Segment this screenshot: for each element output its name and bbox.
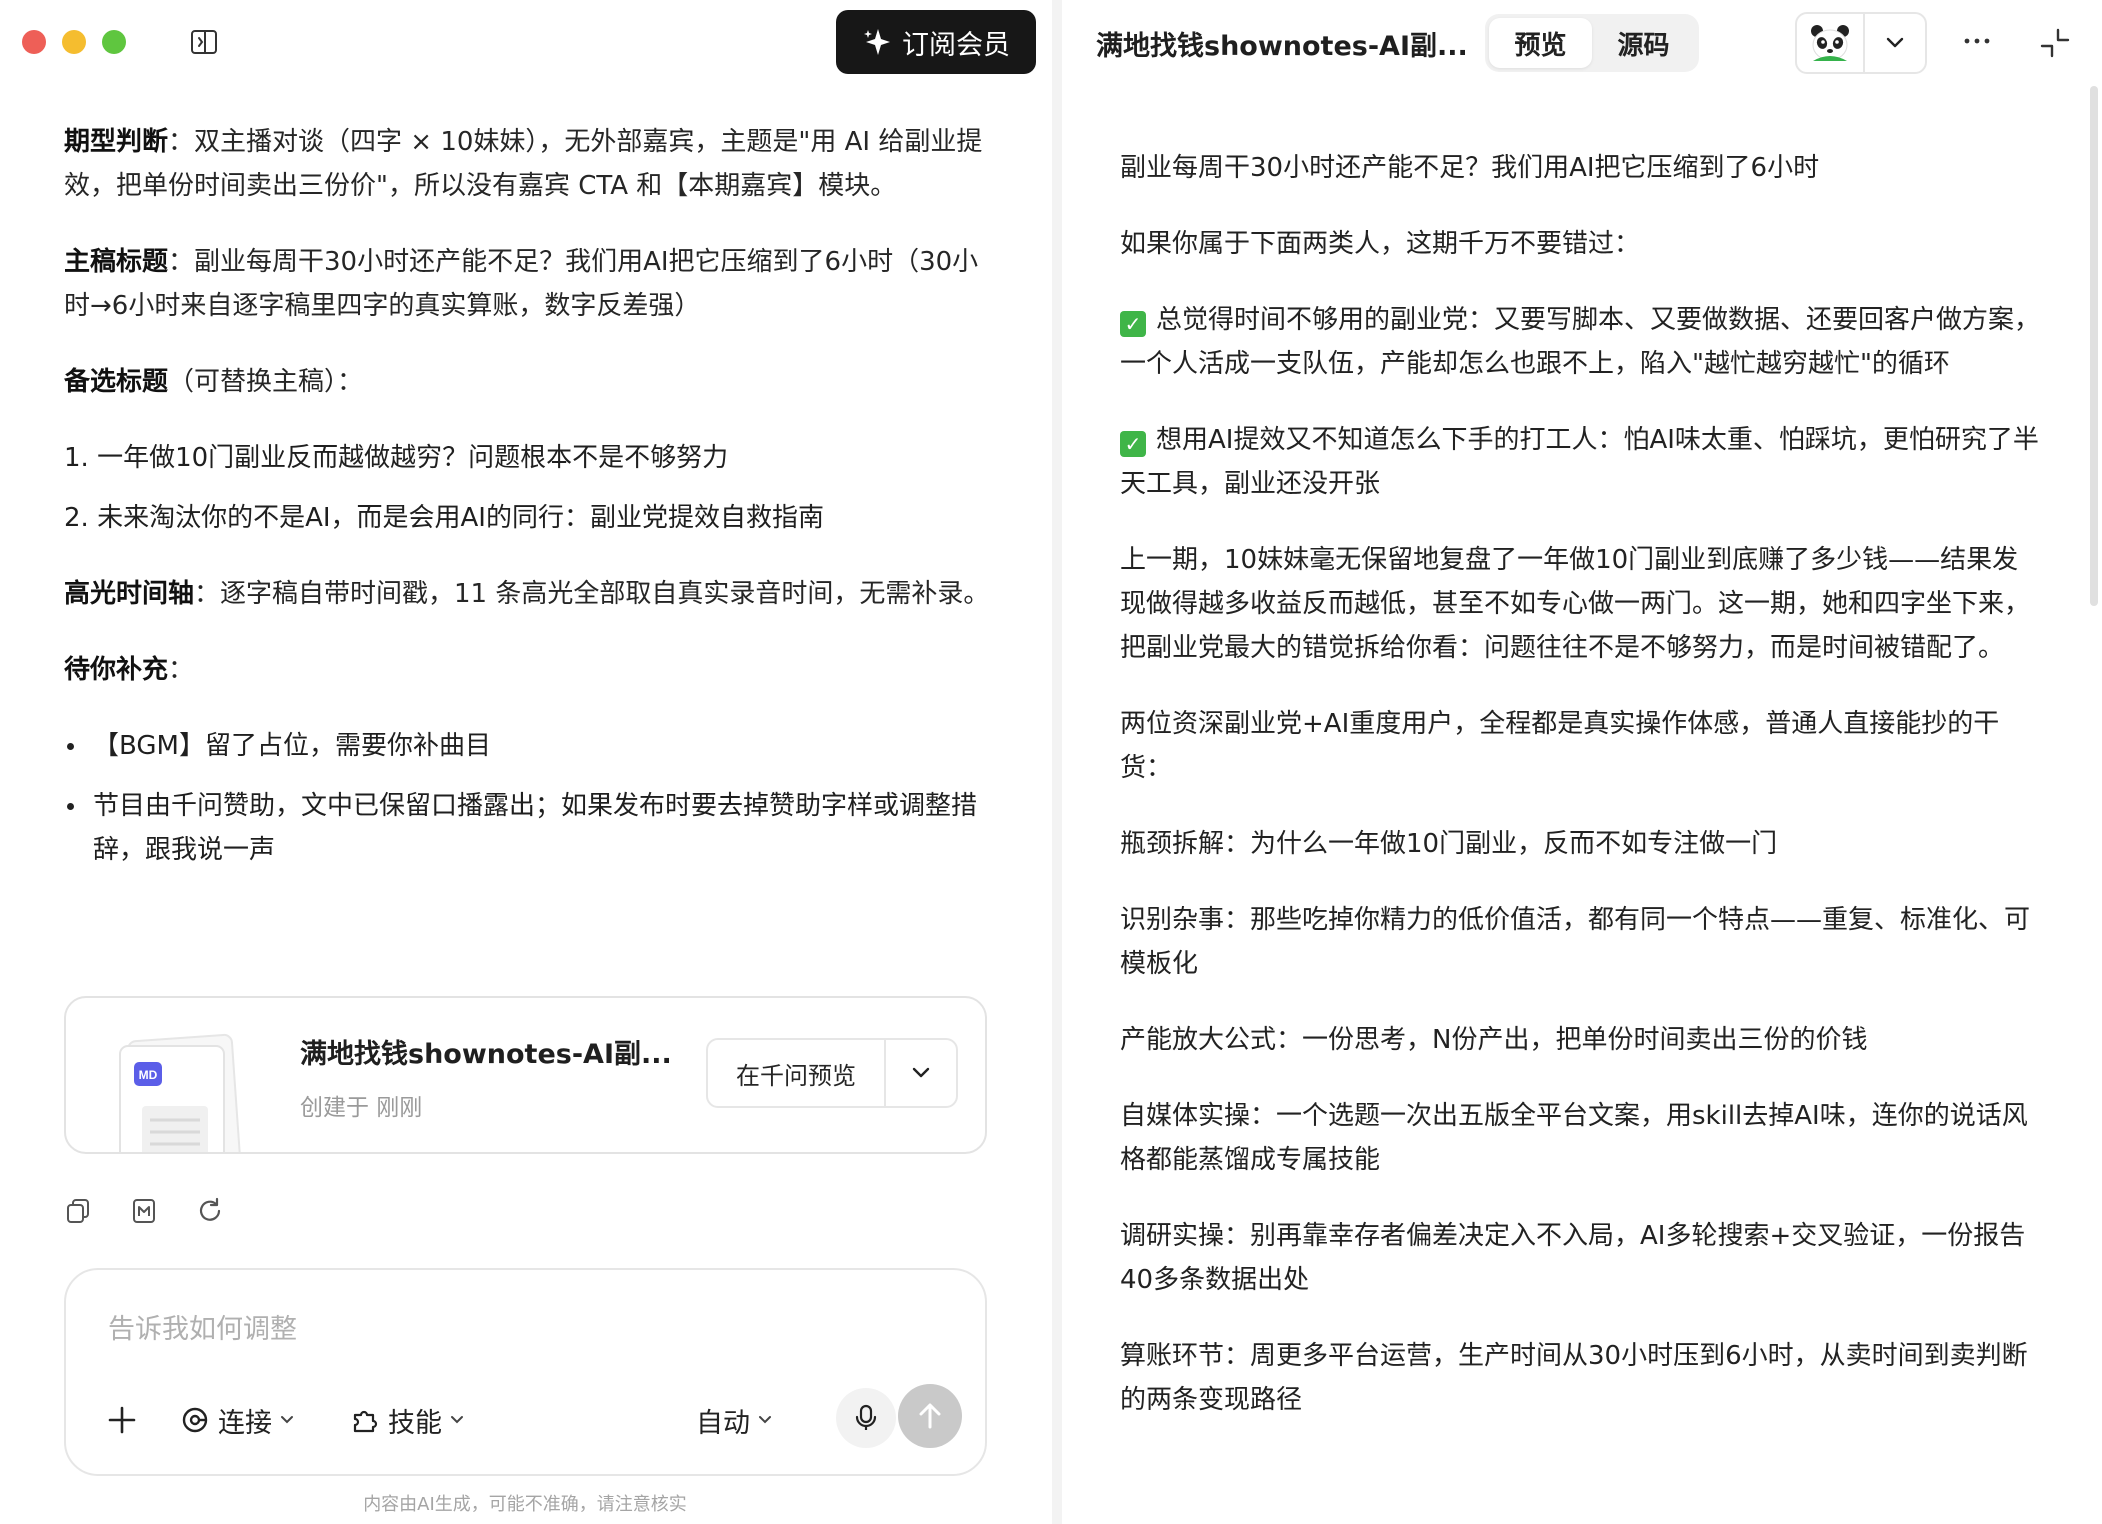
preview-paragraph: 副业每周干30小时还产能不足？我们用AI把它压缩到了6小时 xyxy=(1120,153,1820,183)
preview-paragraph: 如果你属于下面两类人，这期千万不要错过： xyxy=(1120,229,1641,259)
skill-label: 技能 xyxy=(388,1407,442,1439)
main-title-paragraph: 主稿标题：副业每周干30小时还产能不足？我们用AI把它压缩到了6小时（30小时→… xyxy=(64,240,994,328)
preview-options-dropdown[interactable] xyxy=(884,1040,956,1106)
window-controls xyxy=(22,30,126,54)
main-title-label: 主稿标题 xyxy=(64,247,169,277)
alt-title-item: 1. 一年做10门副业反而越做越穷？问题根本不是不够努力 xyxy=(64,443,729,473)
collapse-icon[interactable] xyxy=(2038,26,2072,60)
todo-heading: 待你补充： xyxy=(64,648,994,692)
connect-icon xyxy=(182,1407,208,1433)
highlight-label: 高光时间轴 xyxy=(64,579,195,609)
plus-icon xyxy=(108,1406,136,1434)
sparkle-icon xyxy=(864,29,890,55)
send-button[interactable] xyxy=(898,1384,962,1448)
alt-title-item: 2. 未来淘汰你的不是AI，而是会用AI的同行：副业党提效自救指南 xyxy=(64,503,824,533)
refresh-icon[interactable] xyxy=(196,1197,224,1225)
chevron-down-icon xyxy=(912,1067,930,1078)
skill-button[interactable]: 技能 xyxy=(350,1398,464,1442)
connect-button[interactable]: 连接 xyxy=(180,1398,294,1442)
document-title: 满地找钱shownotes-AI副... xyxy=(1096,31,1468,62)
preview-paragraph: 上一期，10妹妹毫无保留地复盘了一年做10门副业到底赚了多少钱——结果发现做得越… xyxy=(1120,545,2031,663)
preview-paragraph: 算账环节：周更多平台运营，生产时间从30小时压到6小时，从卖时间到卖判断的两条变… xyxy=(1120,1341,2028,1415)
zoom-window-button[interactable] xyxy=(102,30,126,54)
chevron-down-icon xyxy=(759,1416,771,1424)
avatar[interactable] xyxy=(1797,14,1865,72)
alt-title-heading: 备选标题（可替换主稿）： xyxy=(64,360,994,404)
open-preview-button[interactable]: 在千问预览 xyxy=(708,1040,884,1106)
file-name: 满地找钱shownotes-AI副... xyxy=(300,1039,672,1070)
alt-title-hint: （可替换主稿）： xyxy=(168,367,364,397)
minimize-window-button[interactable] xyxy=(62,30,86,54)
panda-avatar xyxy=(1811,25,1849,61)
check-item-text: 想用AI提效又不知道怎么下手的打工人：怕AI味太重、怕踩坑，更怕研究了半天工具，… xyxy=(1120,425,2039,499)
pane-divider[interactable] xyxy=(1052,0,1062,1524)
tab-source[interactable]: 源码 xyxy=(1592,18,1695,68)
more-icon[interactable] xyxy=(1960,24,1994,58)
view-mode-tabs: 预览 源码 xyxy=(1485,14,1699,72)
arrow-up-icon xyxy=(919,1403,941,1429)
chevron-down-icon xyxy=(451,1416,463,1424)
close-window-button[interactable] xyxy=(22,30,46,54)
chevron-down-icon xyxy=(281,1416,293,1424)
account-dropdown[interactable] xyxy=(1865,14,1925,72)
todo-item: 【BGM】留了占位，需要你补曲目 xyxy=(64,724,994,768)
preview-paragraph: 调研实操：别再靠幸存者偏差决定入不入局，AI多轮搜索+交叉验证，一份报告40多条… xyxy=(1120,1221,2026,1295)
alt-title-label: 备选标题 xyxy=(64,367,169,397)
episode-type-label: 期型判断 xyxy=(64,127,169,157)
check-icon: ✓ xyxy=(1120,311,1146,337)
ai-disclaimer: 内容由AI生成，可能不准确，请注意核实 xyxy=(363,1494,687,1515)
voice-input-button[interactable] xyxy=(836,1388,896,1448)
puzzle-icon xyxy=(353,1410,378,1433)
markdown-icon[interactable] xyxy=(130,1197,158,1225)
todo-label: 待你补充 xyxy=(64,655,169,685)
file-created-meta: 创建于 刚刚 xyxy=(300,1095,423,1121)
markdown-file-icon: MD xyxy=(119,1033,241,1152)
copy-icon[interactable] xyxy=(64,1197,92,1225)
subscribe-button[interactable]: 订阅会员 xyxy=(836,10,1036,74)
tab-preview[interactable]: 预览 xyxy=(1489,18,1592,68)
mode-select[interactable]: 自动 xyxy=(696,1398,772,1442)
preview-button-group: 在千问预览 xyxy=(706,1038,958,1108)
preview-paragraph: 两位资深副业党+AI重度用户，全程都是真实操作体感，普通人直接能抄的干货： xyxy=(1120,709,2000,783)
preview-paragraph: 瓶颈拆解：为什么一年做10门副业，反而不如专注做一门 xyxy=(1120,829,1778,859)
markdown-preview: 副业每周干30小时还产能不足？我们用AI把它压缩到了6小时 如果你属于下面两类人… xyxy=(1120,146,2040,1454)
episode-type-text: ：双主播对谈（四字 × 10妹妹），无外部嘉宾，主题是"用 AI 给副业提效，把… xyxy=(64,127,983,201)
md-badge: MD xyxy=(139,1068,158,1082)
account-menu xyxy=(1795,12,1927,74)
composer: 连接 技能 自动 xyxy=(64,1268,987,1476)
mic-icon xyxy=(855,1404,877,1430)
todo-item: 节目由千问赞助，文中已保留口播露出；如果发布时要去掉赞助字样或调整措辞，跟我说一… xyxy=(64,784,994,872)
main-title-text: ：副业每周干30小时还产能不足？我们用AI把它压缩到了6小时（30小时→6小时来… xyxy=(64,247,979,321)
highlight-paragraph: 高光时间轴：逐字稿自带时间戳，11 条高光全部取自真实录音时间，无需补录。 xyxy=(64,572,994,616)
mode-label: 自动 xyxy=(696,1407,750,1439)
highlight-text: ：逐字稿自带时间戳，11 条高光全部取自真实录音时间，无需补录。 xyxy=(194,579,990,609)
subscribe-label: 订阅会员 xyxy=(902,29,1010,61)
connect-label: 连接 xyxy=(218,1407,272,1439)
preview-scrollbar[interactable] xyxy=(2090,86,2098,606)
episode-type-paragraph: 期型判断：双主播对谈（四字 × 10妹妹），无外部嘉宾，主题是"用 AI 给副业… xyxy=(64,120,994,208)
check-item: ✓ 总觉得时间不够用的副业党：又要写脚本、又要做数据、还要回客户做方案，一个人活成… xyxy=(1120,298,2040,386)
chevron-down-icon xyxy=(1886,37,1904,48)
check-item: ✓ 想用AI提效又不知道怎么下手的打工人：怕AI味太重、怕踩坑，更怕研究了半天工具… xyxy=(1120,418,2040,506)
sidebar-toggle-icon[interactable] xyxy=(190,28,218,56)
preview-paragraph: 产能放大公式：一份思考，N份产出，把单份时间卖出三份的价钱 xyxy=(1120,1025,1868,1055)
add-attachment-button[interactable] xyxy=(106,1398,138,1442)
preview-paragraph: 自媒体实操：一个选题一次出五版全平台文案，用skill去掉AI味，连你的说话风格… xyxy=(1120,1101,2028,1175)
prompt-input[interactable] xyxy=(106,1308,930,1350)
message-actions xyxy=(64,1197,224,1225)
check-item-text: 总觉得时间不够用的副业党：又要写脚本、又要做数据、还要回客户做方案，一个人活成一… xyxy=(1120,305,2041,379)
check-icon: ✓ xyxy=(1120,431,1146,457)
assistant-message: 期型判断：双主播对谈（四字 × 10妹妹），无外部嘉宾，主题是"用 AI 给副业… xyxy=(64,120,994,888)
preview-paragraph: 识别杂事：那些吃掉你精力的低价值活，都有同一个特点——重复、标准化、可模板化 xyxy=(1120,905,2031,979)
file-card[interactable]: MD 满地找钱shownotes-AI副... 创建于 刚刚 在千问预览 xyxy=(64,996,987,1154)
todo-colon: ： xyxy=(168,655,195,685)
